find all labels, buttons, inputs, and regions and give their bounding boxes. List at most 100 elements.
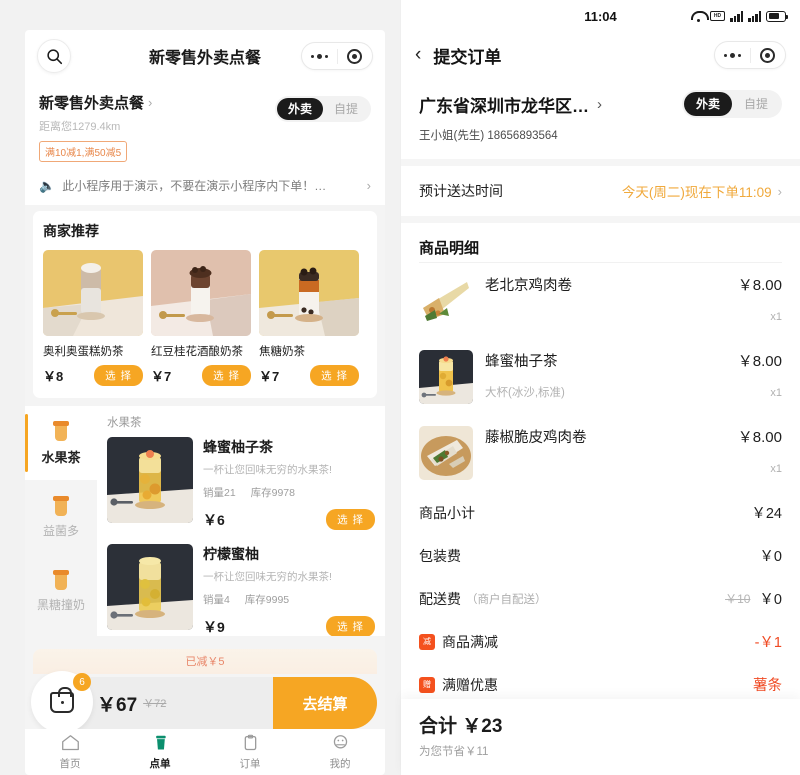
left-phone-menu-screen: 新零售外卖点餐 新零售外卖点餐 › 距离您1279.4km 满10减1,满50减… (0, 0, 400, 775)
section-divider (401, 159, 800, 166)
item-price: ￥8.00 (737, 429, 782, 446)
cup-icon (53, 569, 69, 590)
fee-label: 满赠优惠 (442, 676, 498, 693)
item-spec: 大杯(冰沙,标准) (485, 387, 565, 399)
tab-orders[interactable]: 订单 (205, 734, 295, 771)
sidebar-item-label: 黑糖撞奶 (36, 597, 85, 612)
item-price-block: ￥8.00 x1 (720, 274, 782, 323)
cart-count-badge: 6 (73, 673, 91, 691)
product-price: ￥7 (259, 369, 280, 384)
tab-label: 首页 (59, 757, 81, 770)
mode-delivery-option[interactable]: 外卖 (683, 92, 732, 116)
fee-row-item-discount[interactable]: 减 商品满减 -￥1 (401, 620, 800, 663)
product-image (107, 544, 193, 630)
target-circle-icon[interactable] (751, 42, 786, 68)
select-button[interactable]: 选 择 (326, 616, 375, 636)
select-button[interactable]: 选 择 (94, 365, 143, 386)
checkout-button[interactable]: 去结算 (273, 677, 377, 729)
sidebar-item-fruit-tea[interactable]: 水果茶 (25, 406, 97, 480)
list-item[interactable]: 蜂蜜柚子茶 一杯让您回味无穷的水果茶! 销量21 库存9978 ￥6 选 择 (107, 437, 375, 530)
product-price-row: ￥9 选 择 (203, 616, 375, 636)
fee-value: ￥0 (759, 549, 782, 565)
item-name: 藤椒脆皮鸡肉卷 (485, 430, 587, 446)
megaphone-icon: 🔈 (39, 177, 56, 193)
tab-profile[interactable]: 我的 (295, 734, 385, 771)
item-detail: 藤椒脆皮鸡肉卷 (473, 426, 720, 460)
product-sales: 销量21 (203, 487, 236, 499)
cart-total-price: ￥67 (97, 694, 138, 716)
product-info: 蜂蜜柚子茶 一杯让您回味无穷的水果茶! 销量21 库存9978 ￥6 选 择 (203, 437, 375, 530)
category-sidebar: 水果茶 益菌多 黑糖撞奶 (25, 406, 97, 636)
mode-pickup-option[interactable]: 自提 (732, 92, 780, 116)
order-mode-toggle[interactable]: 外卖 自提 (681, 90, 782, 118)
search-icon[interactable] (37, 39, 71, 73)
chevron-right-icon: › (148, 95, 153, 110)
list-item[interactable]: 柠檬蜜柚 一杯让您回味无穷的水果茶! 销量4 库存9995 ￥9 选 择 (107, 544, 375, 636)
item-image (419, 426, 473, 480)
item-price-block: ￥8.00 x1 (720, 350, 782, 399)
left-navbar: 新零售外卖点餐 (25, 30, 385, 82)
item-price-block: ￥8.00 x1 (720, 426, 782, 475)
select-button[interactable]: 选 择 (202, 365, 251, 386)
tab-order-menu[interactable]: 点单 (115, 734, 205, 771)
cup-icon (53, 420, 69, 441)
recommend-card: 商家推荐 奥利奥蛋糕奶茶 ￥8 选 择 红豆桂花酒酿奶茶 ￥7 选 择 焦糖奶茶… (33, 211, 377, 398)
target-circle-icon[interactable] (338, 43, 373, 69)
chevron-right-icon: › (366, 178, 371, 193)
tab-label: 订单 (239, 757, 261, 770)
recommend-title: 商家推荐 (43, 223, 99, 239)
sidebar-item-brown-sugar-milk[interactable]: 黑糖撞奶 (25, 554, 97, 628)
product-info: 柠檬蜜柚 一杯让您回味无穷的水果茶! 销量4 库存9995 ￥9 选 择 (203, 544, 375, 636)
mode-delivery-option[interactable]: 外卖 (276, 98, 323, 120)
sidebar-item-probiotic[interactable]: 益菌多 (25, 480, 97, 554)
fee-label: 商品满减 (442, 633, 498, 650)
tab-home[interactable]: 首页 (25, 734, 115, 771)
sidebar-item-label: 水果茶 (41, 449, 81, 465)
product-stock: 库存9978 (250, 487, 295, 499)
more-dots-icon[interactable] (302, 43, 337, 69)
item-image (419, 350, 473, 404)
shop-name: 新零售外卖点餐 (39, 95, 145, 112)
address-block[interactable]: 广东省深圳市龙华区… › 外卖 自提 王小姐(先生) 18656893564 (401, 78, 800, 159)
address-row[interactable]: 广东省深圳市龙华区… › 外卖 自提 (419, 90, 782, 118)
select-button[interactable]: 选 择 (310, 365, 359, 386)
order-total-bar: 合计 ￥23 为您节省￥11 (401, 699, 800, 775)
select-button[interactable]: 选 择 (326, 509, 375, 530)
item-quantity: x1 (770, 387, 782, 399)
mode-pickup-option[interactable]: 自提 (323, 98, 369, 120)
item-price: ￥8.00 (737, 353, 782, 370)
profile-icon (331, 734, 350, 752)
signal-icon-2 (748, 10, 761, 22)
recommend-item[interactable]: 奥利奥蛋糕奶茶 ￥8 选 择 (43, 250, 143, 386)
product-stats: 销量4 库存9995 (203, 592, 375, 607)
recommend-item[interactable]: 焦糖奶茶 ￥7 选 择 (259, 250, 359, 386)
fee-row-subtotal: 商品小计 ￥24 (401, 491, 800, 534)
more-dots-icon[interactable] (715, 42, 750, 68)
delivery-time-value-wrap: 今天(周二)现在下单11:09 › (622, 181, 782, 201)
wifi-icon (691, 10, 709, 22)
order-mode-toggle[interactable]: 外卖 自提 (274, 96, 371, 122)
shop-notice[interactable]: 🔈 此小程序用于演示，不要在演示小程序内下单！… › (25, 170, 385, 205)
chevron-right-icon: › (777, 183, 782, 199)
product-price-row: ￥8 选 择 (43, 365, 143, 386)
fee-label: 包装费 (419, 547, 461, 564)
product-name: 蜂蜜柚子茶 (203, 439, 273, 455)
tab-label: 点单 (149, 757, 171, 770)
item-name: 老北京鸡肉卷 (485, 278, 572, 294)
gift-tag-icon: 赠 (419, 676, 435, 693)
chevron-right-icon: › (597, 95, 602, 113)
shop-promo-badge[interactable]: 满10减1,满50减5 (39, 141, 128, 162)
fee-label: 商品小计 (419, 504, 475, 521)
product-name: 柠檬蜜柚 (203, 546, 259, 562)
recommend-item[interactable]: 红豆桂花酒酿奶茶 ￥7 选 择 (151, 250, 251, 386)
menu-area: 水果茶 益菌多 黑糖撞奶 水果茶 蜂蜜柚子茶 一杯让您回味无穷的水果茶! 销量2… (25, 406, 385, 636)
cart-original-price: ￥72 (143, 698, 167, 710)
product-price: ￥6 (203, 511, 225, 528)
fee-original-value: ￥10 (725, 592, 751, 606)
back-chevron-icon[interactable]: ‹ (415, 44, 421, 66)
cart-button[interactable]: 6 (31, 671, 93, 733)
left-phone-viewport: 新零售外卖点餐 新零售外卖点餐 › 距离您1279.4km 满10减1,满50减… (25, 30, 385, 775)
delivery-time-row[interactable]: 预计送达时间 今天(周二)现在下单11:09 › (401, 166, 800, 216)
fee-value: -￥1 (754, 635, 782, 651)
item-quantity: x1 (770, 463, 782, 475)
